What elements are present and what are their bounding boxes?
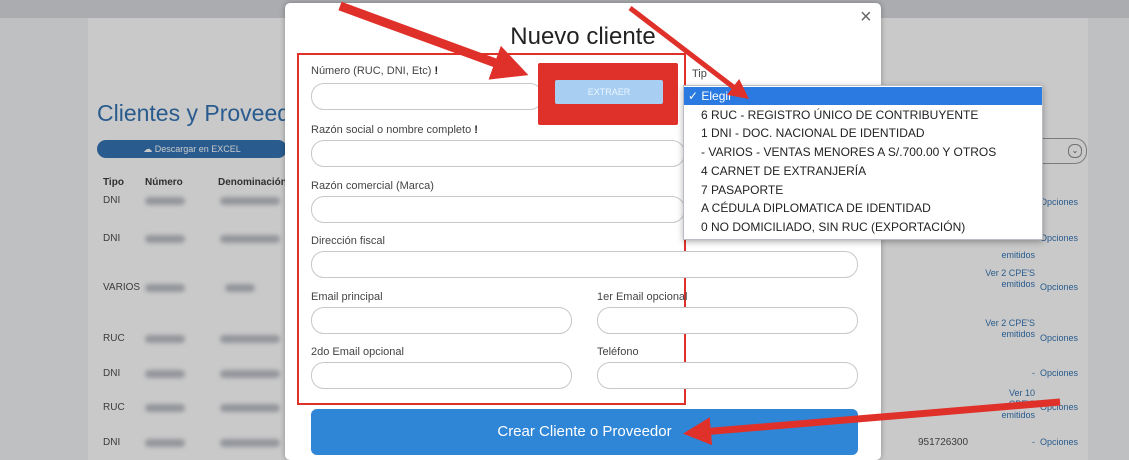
arrow-to-extract-icon	[338, 1, 529, 80]
arrow-to-dropdown-icon	[628, 6, 749, 100]
annotation-arrows	[338, 1, 1061, 446]
arrow-to-create-icon	[683, 398, 1061, 446]
